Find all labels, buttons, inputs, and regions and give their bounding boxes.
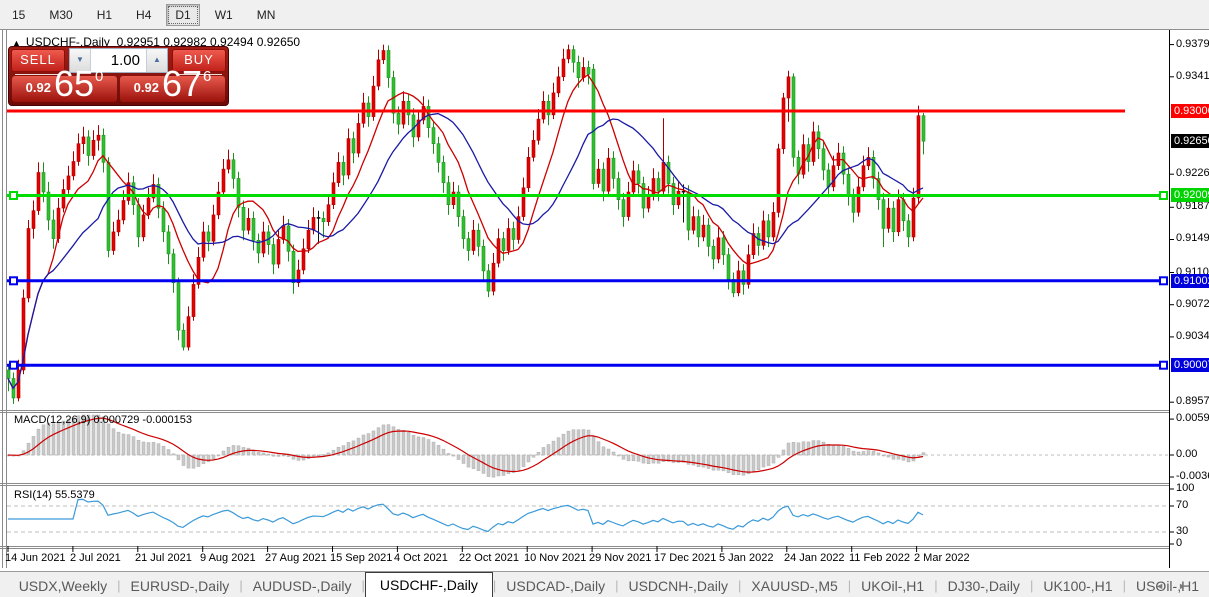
sell-price-big: 65 [53, 63, 94, 104]
tab-usdcnh-daily[interactable]: USDCNH-,Daily [618, 575, 738, 597]
price-axis-label: 0.90340 [1176, 330, 1209, 342]
price-badge: 0.91002 [1171, 274, 1209, 288]
date-axis-label: 10 Nov 2021 [524, 552, 587, 564]
timeframe-button-w1[interactable]: W1 [206, 4, 242, 26]
date-axis-label: 22 Oct 2021 [459, 552, 519, 564]
tab-scroll-arrows: ◄► [1155, 581, 1201, 591]
date-axis-label: 15 Sep 2021 [330, 552, 393, 564]
rsi-axis-label: 0 [1176, 537, 1183, 549]
timeframe-button-mn[interactable]: MN [248, 4, 285, 26]
sell-price-sup: 0 [95, 68, 104, 85]
tab-audusd-daily[interactable]: AUDUSD-,Daily [243, 575, 362, 597]
macd-axis-label: 0.005963 [1176, 412, 1209, 424]
date-axis-label: 5 Jan 2022 [719, 552, 774, 564]
timeframe-button-m30[interactable]: M30 [40, 4, 81, 26]
symbol-tab-bar: USDX,Weekly | EURUSD-,Daily | AUDUSD-,Daily |… [0, 571, 1209, 597]
tab-usdcad-daily[interactable]: USDCAD-,Daily [496, 575, 615, 597]
date-axis-label: 17 Dec 2021 [654, 552, 717, 564]
date-axis-label: 11 Feb 2022 [849, 552, 910, 564]
rsi-panel [7, 498, 1168, 533]
buy-price-display[interactable]: 0.92 67 6 [120, 66, 225, 102]
tab-scroll-right-icon[interactable]: ► [1178, 581, 1201, 591]
sell-price-display[interactable]: 0.92 65 0 [12, 66, 117, 102]
tab-uk100-h1[interactable]: UK100-,H1 [1033, 575, 1122, 597]
tab-scroll-left-icon[interactable]: ◄ [1155, 581, 1178, 591]
price-axis-label: 0.91490 [1176, 232, 1209, 244]
price-axis-label: 0.93410 [1176, 70, 1209, 82]
price-badge: 0.93006 [1171, 104, 1209, 118]
date-axis-label: 2 Jul 2021 [70, 552, 121, 564]
date-axis-label: 2 Mar 2022 [914, 552, 970, 564]
rsi-axis-label: 100 [1176, 482, 1195, 494]
tab-eurusd-daily[interactable]: EURUSD-,Daily [121, 575, 240, 597]
date-axis-label: 27 Aug 2021 [265, 552, 327, 564]
date-axis-label: 9 Aug 2021 [200, 552, 256, 564]
price-badge: 0.92650 [1171, 134, 1209, 148]
rsi-axis-label: 30 [1176, 525, 1189, 537]
timeframe-button-15[interactable]: 15 [3, 4, 34, 26]
price-badge: 0.90007 [1171, 358, 1209, 372]
macd-axis-label: 0.00 [1176, 448, 1198, 460]
date-axis-label: 14 Jun 2021 [5, 552, 66, 564]
tab-xauusd-m5[interactable]: XAUUSD-,M5 [741, 575, 847, 597]
rsi-indicator-label: RSI(14) 55.5379 [14, 489, 95, 501]
rsi-axis-label: 70 [1176, 499, 1189, 511]
price-badge: 0.92009 [1171, 188, 1209, 202]
macd-axis-label: -0.00366 [1176, 470, 1209, 482]
timeframe-button-h4[interactable]: H4 [127, 4, 160, 26]
tab-dj30-daily[interactable]: DJ30-,Daily [938, 575, 1030, 597]
timeframe-button-d1[interactable]: D1 [166, 3, 200, 26]
timeframe-toolbar: 15 M30 H1 H4 D1 W1 MN [0, 0, 1209, 30]
buy-price-prefix: 0.92 [133, 80, 159, 95]
price-axis-label: 0.90720 [1176, 298, 1209, 310]
one-click-trading-widget: SELL ▼ ▲ BUY 0.92650 0.92676 [8, 46, 229, 106]
date-axis-label: 21 Jul 2021 [135, 552, 192, 564]
macd-indicator-label: MACD(12,26,9) 0.000729 -0.000153 [14, 414, 192, 426]
tab-usdx-weekly[interactable]: USDX,Weekly [9, 575, 117, 597]
timeframe-button-h1[interactable]: H1 [88, 4, 121, 26]
tab-usdchf-daily[interactable]: USDCHF-,Daily [364, 572, 493, 597]
tab-ukoil-h1[interactable]: UKOil-,H1 [851, 575, 934, 597]
price-axis-label: 0.92260 [1176, 167, 1209, 179]
date-axis-label: 24 Jan 2022 [784, 552, 845, 564]
ma-slow-line [7, 112, 924, 390]
buy-price-sup: 6 [203, 68, 212, 85]
trading-platform-window: 15 M30 H1 H4 D1 W1 MN ▲ USDCHF-,Daily 0.92951 0… [0, 0, 1209, 597]
price-axis-label: 0.89570 [1176, 395, 1209, 407]
date-axis-label: 29 Nov 2021 [589, 552, 652, 564]
date-axis-label: 4 Oct 2021 [394, 552, 448, 564]
sell-price-prefix: 0.92 [25, 80, 51, 95]
price-axis-label: 0.93790 [1176, 38, 1209, 50]
buy-price-big: 67 [161, 63, 202, 104]
